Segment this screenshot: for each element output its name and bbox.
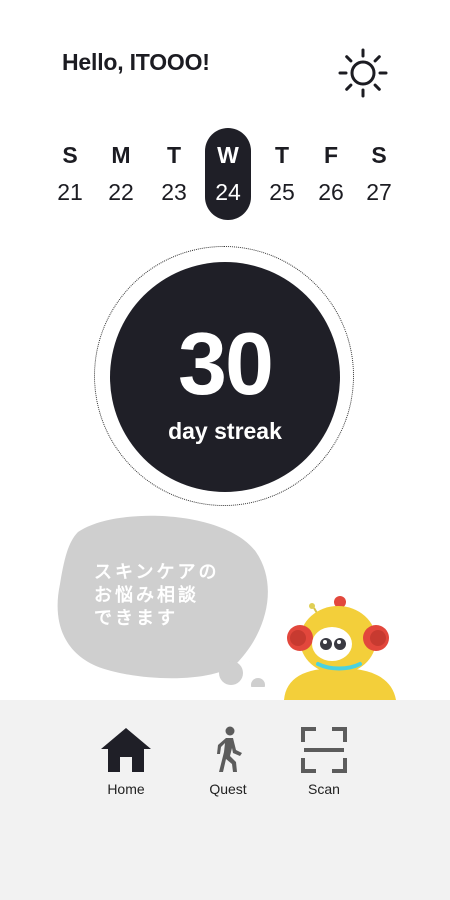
day-date: 27 — [366, 179, 392, 205]
nav-quest[interactable]: Quest — [188, 722, 268, 802]
greeting-title: Hello, ITOOO! — [62, 49, 210, 75]
streak-count: 30 — [178, 314, 274, 413]
nav-quest-label: Quest — [209, 781, 247, 797]
robot-mascot[interactable] — [274, 594, 404, 700]
scan-frame-icon — [301, 727, 347, 773]
day-fri[interactable]: F 26 — [308, 128, 354, 220]
week-calendar: S 21 M 22 T 23 W 24 T 25 F 26 S 27 — [44, 128, 406, 220]
day-mon[interactable]: M 22 — [98, 128, 144, 220]
day-sun[interactable]: S 21 — [47, 128, 93, 220]
day-date: 26 — [318, 179, 344, 205]
consult-text-line: できます — [94, 608, 178, 629]
day-name: F — [323, 142, 339, 168]
day-sat[interactable]: S 27 — [356, 128, 402, 220]
day-wed-selected[interactable]: W 24 — [205, 128, 251, 220]
nav-scan-label: Scan — [308, 781, 340, 797]
day-date: 23 — [161, 179, 187, 205]
day-name: S — [62, 142, 78, 168]
bottom-navigation: Home Quest Scan — [0, 700, 450, 900]
streak-badge[interactable]: 30 day streak — [110, 262, 340, 492]
day-name: W — [217, 142, 239, 168]
day-date: 24 — [215, 179, 241, 205]
sun-icon — [338, 48, 388, 98]
streak-label: day streak — [168, 418, 282, 444]
walking-person-icon — [217, 726, 242, 772]
home-icon — [101, 728, 151, 772]
day-name: S — [371, 142, 387, 168]
consult-text-line: スキンケアの — [94, 562, 220, 583]
day-name: T — [166, 142, 182, 168]
nav-home-label: Home — [107, 781, 145, 797]
day-thu[interactable]: T 25 — [259, 128, 305, 220]
day-tue[interactable]: T 23 — [151, 128, 197, 220]
day-date: 25 — [269, 179, 295, 205]
consult-text-line: お悩み相談 — [94, 585, 199, 606]
consult-text: スキンケアの お悩み相談 できます — [94, 561, 264, 630]
nav-home[interactable]: Home — [86, 722, 166, 802]
day-name: T — [274, 142, 290, 168]
theme-toggle-button[interactable] — [336, 46, 390, 100]
day-date: 22 — [108, 179, 134, 205]
day-name: M — [111, 142, 131, 168]
day-date: 21 — [57, 179, 83, 205]
nav-scan[interactable]: Scan — [284, 722, 364, 802]
